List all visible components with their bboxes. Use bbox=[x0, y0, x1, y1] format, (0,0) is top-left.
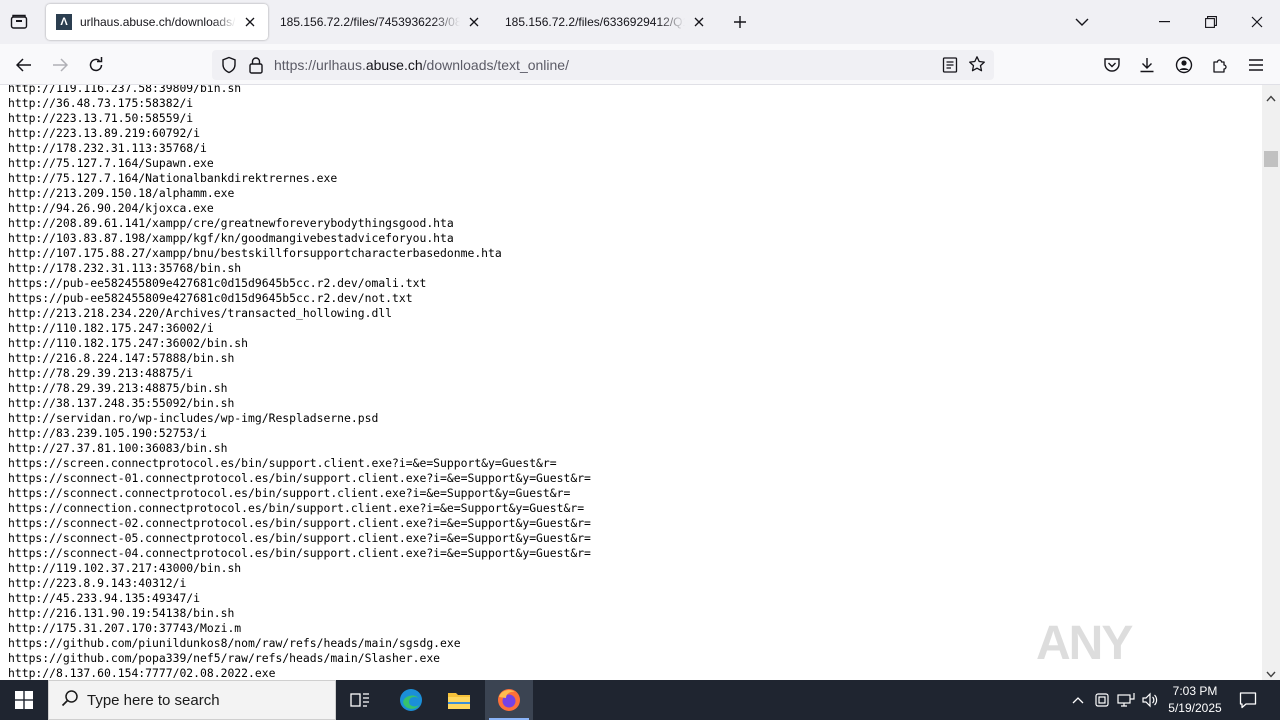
forward-icon[interactable] bbox=[47, 52, 73, 78]
url-line: https://sconnect-05.connectprotocol.es/b… bbox=[8, 531, 591, 545]
close-window-icon[interactable] bbox=[1234, 0, 1280, 44]
url-line: http://213.218.234.220/Archives/transact… bbox=[8, 306, 393, 320]
scroll-up-arrow-icon[interactable] bbox=[1266, 89, 1276, 107]
lock-icon[interactable] bbox=[248, 56, 264, 79]
url-line: http://223.13.71.50:58559/i bbox=[8, 111, 194, 125]
url-line: http://223.8.9.143:40312/i bbox=[8, 576, 187, 590]
network-icon[interactable] bbox=[1116, 690, 1136, 710]
search-placeholder: Type here to search bbox=[87, 691, 220, 709]
url-line: http://175.31.207.170:37743/Mozi.m bbox=[8, 621, 242, 635]
url-line: http://83.239.105.190:52753/i bbox=[8, 426, 207, 440]
url-line: https://connection.connectprotocol.es/bi… bbox=[8, 501, 585, 515]
vertical-scrollbar[interactable] bbox=[1262, 85, 1280, 680]
url-line: http://110.182.175.247:36002/i bbox=[8, 321, 214, 335]
url-host: abuse.ch bbox=[365, 57, 423, 73]
account-icon[interactable] bbox=[1171, 52, 1197, 78]
tracking-protection-icon[interactable] bbox=[220, 56, 238, 79]
back-icon[interactable] bbox=[11, 52, 37, 78]
url-line: https://sconnect.connectprotocol.es/bin/… bbox=[8, 486, 571, 500]
minimize-icon[interactable] bbox=[1142, 0, 1188, 44]
url-line: http://216.8.224.147:57888/bin.sh bbox=[8, 351, 235, 365]
extensions-icon[interactable] bbox=[1207, 52, 1233, 78]
url-line: http://75.127.7.164/Supawn.exe bbox=[8, 156, 214, 170]
url-line: http://110.182.175.247:36002/bin.sh bbox=[8, 336, 249, 350]
reload-icon[interactable] bbox=[83, 52, 109, 78]
tab-strip: Λ urlhaus.abuse.ch/downloads/text_online… bbox=[0, 0, 1280, 44]
url-line: https://github.com/piunildunkos8/nom/raw… bbox=[8, 636, 461, 650]
url-line: https://sconnect-02.connectprotocol.es/b… bbox=[8, 516, 591, 530]
url-line: http://119.116.237.58:39809/bin.sh bbox=[8, 85, 242, 95]
url-line: http://78.29.39.213:48875/i bbox=[8, 366, 194, 380]
list-all-tabs-icon[interactable] bbox=[1070, 10, 1094, 34]
clock-time: 7:03 PM bbox=[1172, 684, 1218, 698]
windows-taskbar: Type here to search 7:03 PM 5/19/2025 bbox=[0, 680, 1280, 720]
url-text[interactable]: https://urlhaus.abuse.ch/downloads/text_… bbox=[274, 57, 569, 73]
url-line: http://107.175.88.27/xampp/bnu/bestskill… bbox=[8, 246, 502, 260]
tab-urlhaus[interactable]: Λ urlhaus.abuse.ch/downloads/text_online… bbox=[46, 4, 268, 40]
pocket-icon[interactable] bbox=[1099, 52, 1125, 78]
url-line: http://178.232.31.113:35768/bin.sh bbox=[8, 261, 242, 275]
url-line: http://36.48.73.175:58382/i bbox=[8, 96, 194, 110]
url-line: https://sconnect-01.connectprotocol.es/b… bbox=[8, 471, 591, 485]
url-line: http://27.37.81.100:36083/bin.sh bbox=[8, 441, 228, 455]
volume-icon[interactable] bbox=[1140, 690, 1160, 710]
page-content: http://119.116.237.58:39809/bin.sh http:/… bbox=[0, 85, 1262, 680]
url-line: http://8.137.60.154:7777/02.08.2022.exe bbox=[8, 666, 276, 680]
url-line: http://75.127.7.164/Nationalbankdirektre… bbox=[8, 171, 338, 185]
tab-title: urlhaus.abuse.ch/downloads/text_online/ bbox=[80, 15, 236, 29]
close-tab-icon[interactable] bbox=[242, 14, 258, 30]
url-line: http://38.137.248.35:55092/bin.sh bbox=[8, 396, 235, 410]
file-explorer-icon[interactable] bbox=[435, 680, 483, 720]
url-list: http://119.116.237.58:39809/bin.sh http:/… bbox=[8, 85, 591, 680]
navigation-toolbar: https://urlhaus.abuse.ch/downloads/text_… bbox=[0, 44, 1280, 85]
url-line: https://pub-ee582455809e427681c0d15d9645… bbox=[8, 291, 413, 305]
url-line: http://213.209.150.18/alphamm.exe bbox=[8, 186, 235, 200]
urlhaus-favicon-icon: Λ bbox=[56, 14, 72, 30]
anyrun-watermark: ANY RUN bbox=[1036, 606, 1236, 725]
show-hidden-icons-icon[interactable] bbox=[1068, 690, 1088, 710]
scrollbar-thumb[interactable] bbox=[1264, 151, 1278, 167]
url-line: http://223.13.89.219:60792/i bbox=[8, 126, 201, 140]
url-line: https://screen.connectprotocol.es/bin/su… bbox=[8, 456, 557, 470]
windows-start-icon[interactable] bbox=[0, 680, 48, 720]
tab-file-1[interactable]: 185.156.72.2/files/7453936223/08lyO bbox=[270, 4, 492, 40]
firefox-view-icon[interactable] bbox=[8, 12, 30, 32]
url-line: http://servidan.ro/wp-includes/wp-img/Re… bbox=[8, 411, 379, 425]
address-bar[interactable]: https://urlhaus.abuse.ch/downloads/text_… bbox=[212, 50, 994, 80]
task-view-icon[interactable] bbox=[336, 680, 384, 720]
tab-file-2[interactable]: 185.156.72.2/files/6336929412/Q1yL bbox=[495, 4, 717, 40]
url-line: http://208.89.61.141/xampp/cre/greatnewf… bbox=[8, 216, 454, 230]
bookmark-star-icon[interactable] bbox=[968, 55, 986, 78]
firefox-taskbar-icon[interactable] bbox=[485, 680, 533, 720]
url-path: /downloads/text_online/ bbox=[422, 57, 569, 73]
url-line: http://119.102.37.217:43000/bin.sh bbox=[8, 561, 242, 575]
search-icon bbox=[61, 689, 79, 712]
downloads-icon[interactable] bbox=[1134, 52, 1160, 78]
tab-title: 185.156.72.2/files/6336929412/Q1yL bbox=[505, 15, 685, 29]
restore-icon[interactable] bbox=[1188, 0, 1234, 44]
system-clock[interactable]: 7:03 PM 5/19/2025 bbox=[1160, 683, 1230, 717]
reader-view-icon[interactable] bbox=[942, 56, 958, 79]
url-prefix: https://urlhaus. bbox=[274, 57, 366, 73]
clock-date: 5/19/2025 bbox=[1168, 701, 1222, 715]
close-tab-icon[interactable] bbox=[466, 14, 482, 30]
security-tray-icon[interactable] bbox=[1092, 690, 1112, 710]
url-line: http://45.233.94.135:49347/i bbox=[8, 591, 201, 605]
taskbar-search-box[interactable]: Type here to search bbox=[48, 680, 336, 720]
edge-icon[interactable] bbox=[387, 680, 435, 720]
url-line: http://78.29.39.213:48875/bin.sh bbox=[8, 381, 228, 395]
url-line: http://94.26.90.204/kjoxca.exe bbox=[8, 201, 214, 215]
new-tab-icon[interactable] bbox=[728, 10, 752, 34]
url-line: https://sconnect-04.connectprotocol.es/b… bbox=[8, 546, 591, 560]
url-line: https://pub-ee582455809e427681c0d15d9645… bbox=[8, 276, 427, 290]
url-line: http://216.131.90.19:54138/bin.sh bbox=[8, 606, 235, 620]
menu-icon[interactable] bbox=[1243, 52, 1269, 78]
url-line: http://178.232.31.113:35768/i bbox=[8, 141, 207, 155]
close-tab-icon[interactable] bbox=[691, 14, 707, 30]
url-line: https://github.com/popa339/nef5/raw/refs… bbox=[8, 651, 441, 665]
url-line: http://103.83.87.198/xampp/kgf/kn/goodma… bbox=[8, 231, 454, 245]
tab-title: 185.156.72.2/files/7453936223/08lyO bbox=[280, 15, 460, 29]
notifications-icon[interactable] bbox=[1236, 688, 1260, 712]
